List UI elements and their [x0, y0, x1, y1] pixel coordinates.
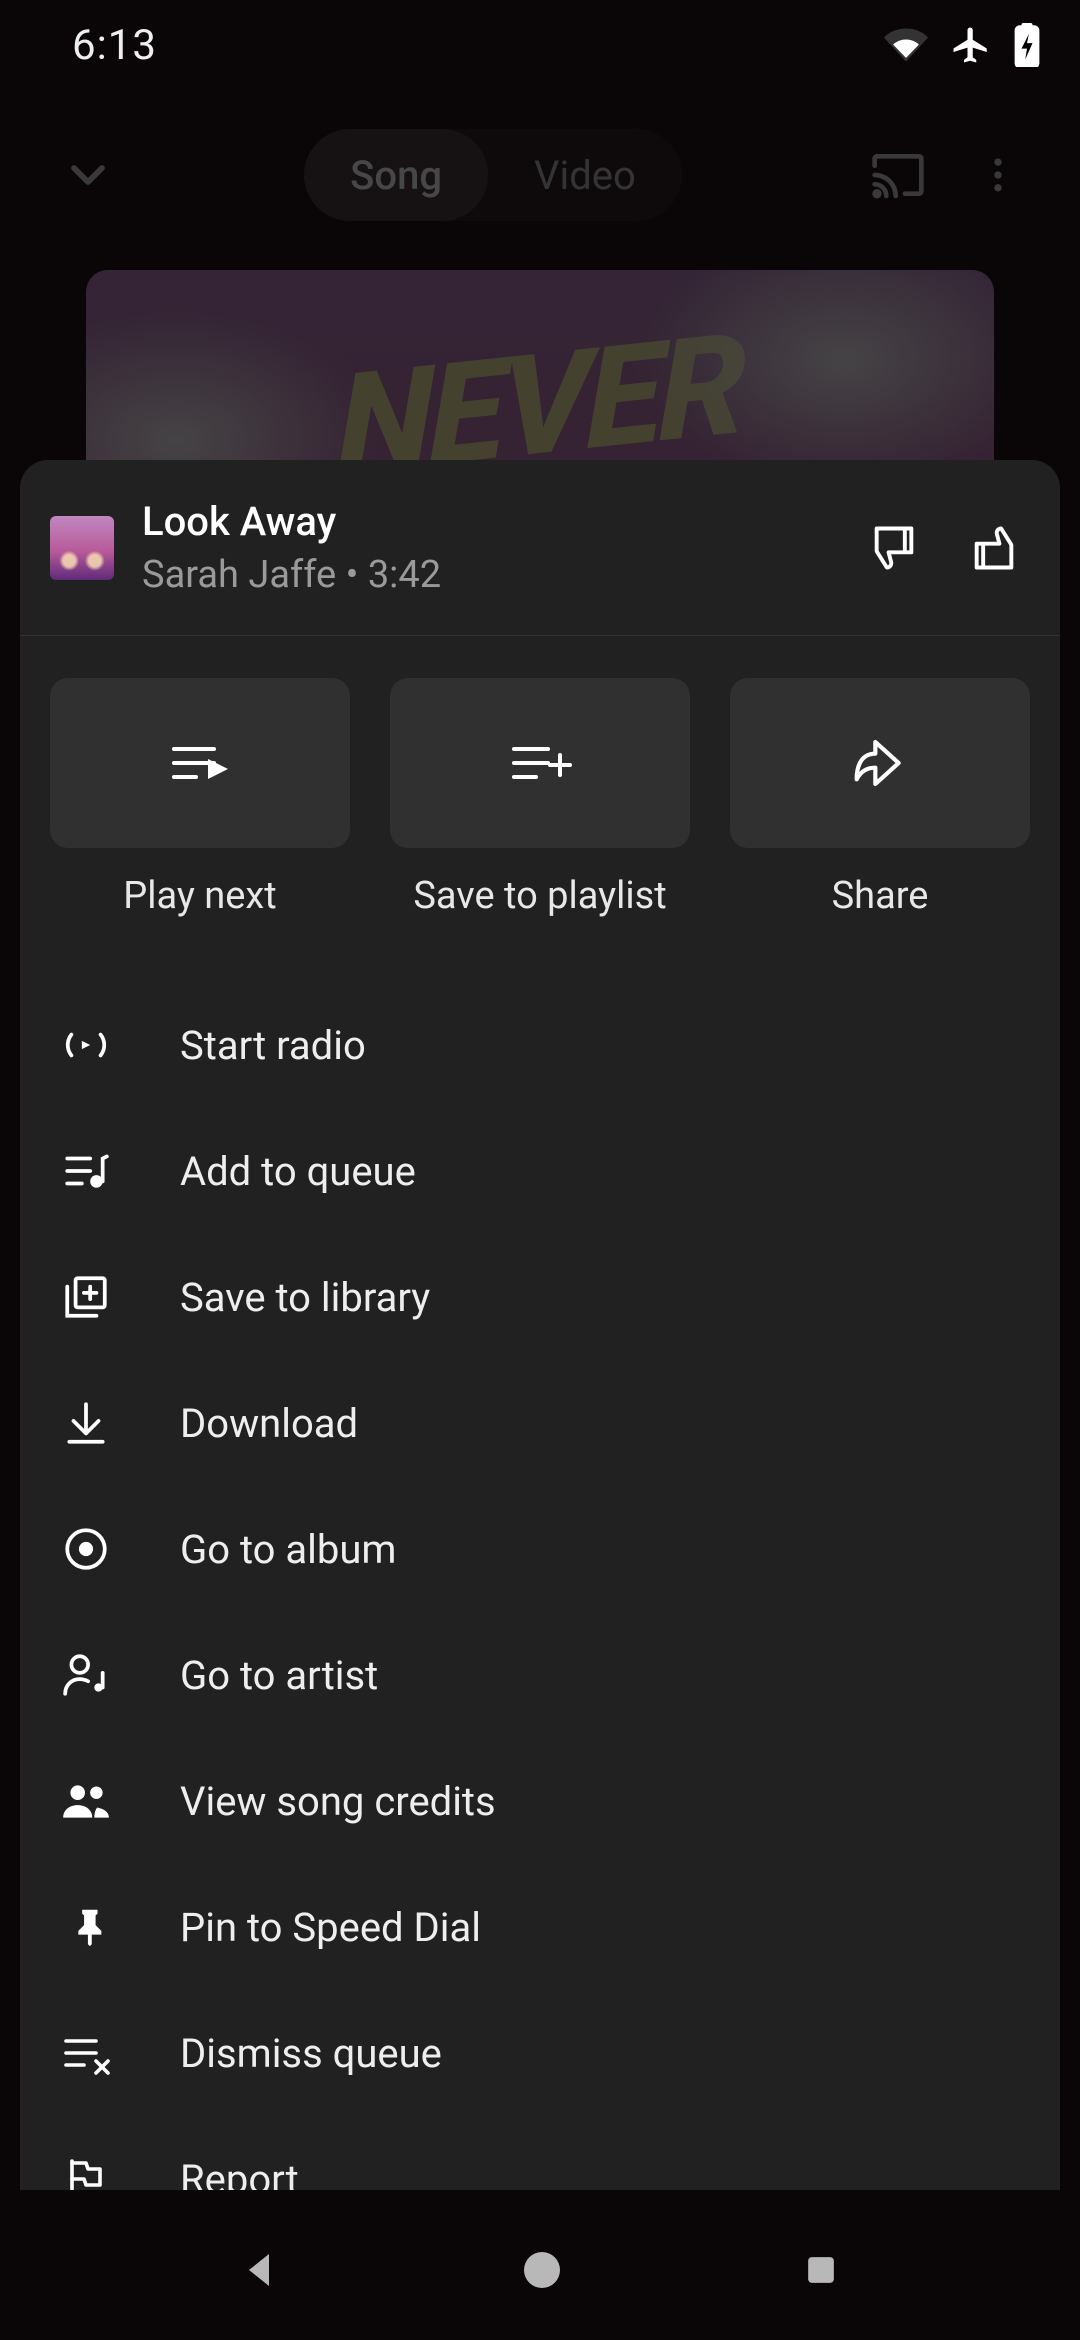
thumbs-down-button[interactable] [858, 512, 930, 584]
pin-icon [58, 1899, 114, 1955]
save-to-playlist-label: Save to playlist [413, 874, 666, 918]
start-radio-item[interactable]: Start radio [20, 982, 1060, 1108]
wifi-icon [884, 23, 928, 67]
track-meta: Look Away Sarah Jaffe • 3:42 [142, 498, 830, 597]
go-to-album-item[interactable]: Go to album [20, 1486, 1060, 1612]
play-next-button[interactable]: Play next [50, 678, 350, 918]
song-video-toggle[interactable]: Song Video [304, 129, 682, 221]
pin-speed-dial-item[interactable]: Pin to Speed Dial [20, 1864, 1060, 1990]
collapse-chevron-icon[interactable] [60, 147, 116, 203]
tab-song[interactable]: Song [304, 129, 488, 221]
save-to-library-item[interactable]: Save to library [20, 1234, 1060, 1360]
playlist-remove-icon [58, 2025, 114, 2081]
tab-video[interactable]: Video [488, 129, 682, 221]
track-thumbnail [50, 516, 114, 580]
cast-icon[interactable] [870, 147, 926, 203]
status-bar: 6:13 [0, 0, 1080, 90]
library-add-icon [58, 1269, 114, 1325]
flag-icon [58, 2151, 114, 2190]
pin-speed-dial-label: Pin to Speed Dial [180, 1904, 481, 1951]
download-icon [58, 1395, 114, 1451]
menu-list: Start radio Add to queue Save to library… [20, 918, 1060, 2190]
track-options-sheet: Look Away Sarah Jaffe • 3:42 Play next [20, 460, 1060, 2190]
nav-recent-button[interactable] [799, 2248, 843, 2292]
share-label: Share [832, 874, 929, 918]
people-icon [58, 1773, 114, 1829]
artist-icon [58, 1647, 114, 1703]
download-item[interactable]: Download [20, 1360, 1060, 1486]
view-credits-label: View song credits [180, 1778, 496, 1825]
go-to-artist-item[interactable]: Go to artist [20, 1612, 1060, 1738]
sheet-header: Look Away Sarah Jaffe • 3:42 [20, 460, 1060, 636]
start-radio-label: Start radio [180, 1022, 366, 1069]
download-label: Download [180, 1400, 358, 1447]
share-icon [850, 735, 910, 791]
system-nav-bar [0, 2200, 1080, 2340]
album-icon [58, 1521, 114, 1577]
nav-home-button[interactable] [518, 2246, 566, 2294]
save-to-playlist-button[interactable]: Save to playlist [390, 678, 690, 918]
more-vert-icon[interactable] [976, 147, 1020, 203]
playlist-add-icon [508, 737, 572, 789]
report-item[interactable]: Report [20, 2116, 1060, 2190]
go-to-artist-label: Go to artist [180, 1652, 378, 1699]
radio-icon [58, 1017, 114, 1073]
thumbs-up-button[interactable] [958, 512, 1030, 584]
airplane-mode-icon [950, 24, 992, 66]
nav-back-button[interactable] [237, 2246, 285, 2294]
track-title: Look Away [142, 498, 830, 545]
add-to-queue-item[interactable]: Add to queue [20, 1108, 1060, 1234]
add-to-queue-label: Add to queue [180, 1148, 416, 1195]
report-label: Report [180, 2156, 299, 2191]
dismiss-queue-label: Dismiss queue [180, 2030, 442, 2077]
play-next-icon [168, 737, 232, 789]
track-subtitle: Sarah Jaffe • 3:42 [142, 553, 830, 597]
status-icons [884, 23, 1040, 67]
go-to-album-label: Go to album [180, 1526, 396, 1573]
status-time: 6:13 [72, 21, 157, 70]
save-to-library-label: Save to library [180, 1274, 430, 1321]
queue-music-icon [58, 1143, 114, 1199]
battery-charging-icon [1014, 23, 1040, 67]
play-next-label: Play next [123, 874, 276, 918]
dismiss-queue-item[interactable]: Dismiss queue [20, 1990, 1060, 2116]
share-button[interactable]: Share [730, 678, 1030, 918]
quick-actions: Play next Save to playlist Share [20, 636, 1060, 918]
view-credits-item[interactable]: View song credits [20, 1738, 1060, 1864]
